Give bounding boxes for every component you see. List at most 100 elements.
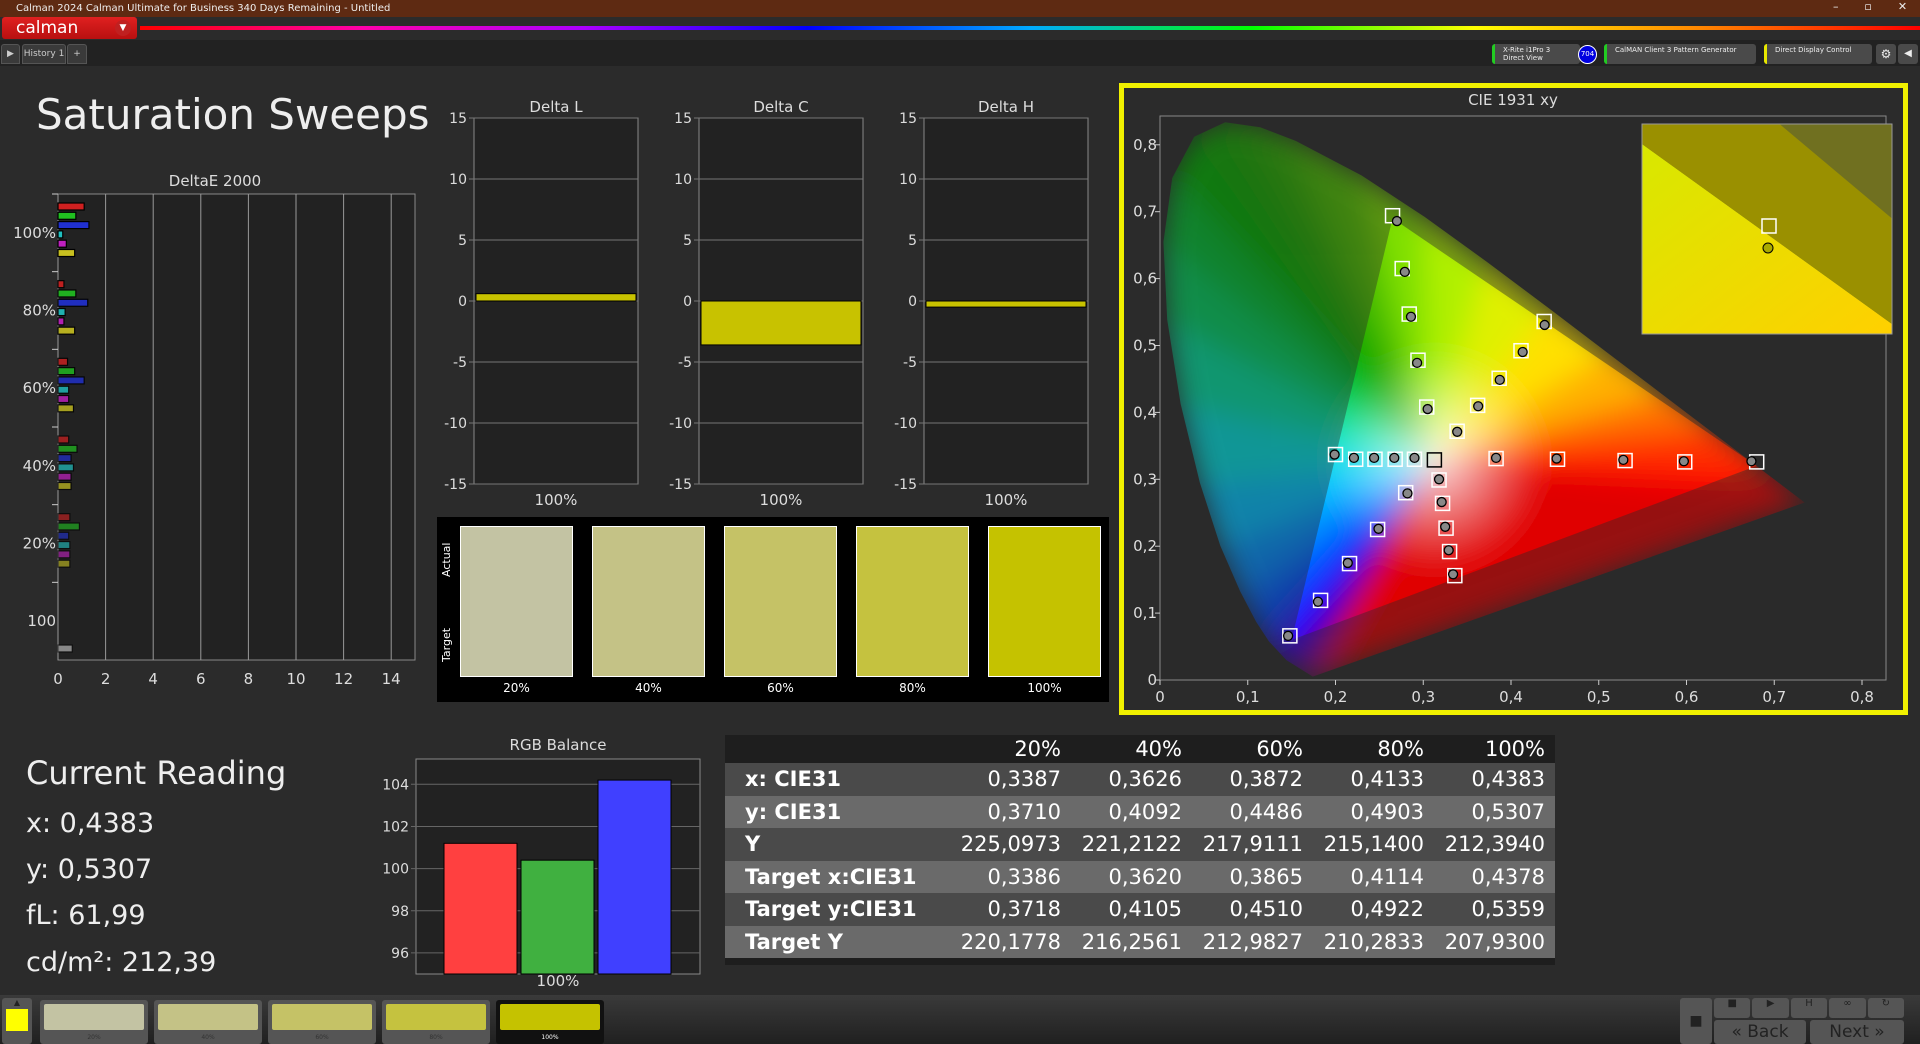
deltae-bar [57,540,71,550]
delta-x-label: 100% [535,491,578,509]
table-cell: 221,2122 [1081,832,1182,857]
deltae-bar [57,559,71,568]
measured-point-blue [1373,523,1384,534]
table-cell: 0,4510 [1229,897,1303,922]
group-label: 20% [23,535,56,553]
table-cell: 0,4114 [1350,864,1424,889]
y-tick-label: -5 [903,355,917,371]
pattern-swatch-40%[interactable]: 40% [154,1000,262,1044]
row-label: Y [745,832,761,857]
reading-cdm2: cd/m²: 212,39 [26,947,217,978]
deltae-bar [57,463,75,472]
inset-measured-point [1762,242,1774,254]
measured-point-cyan [1389,452,1400,464]
stop-icon[interactable]: ■ [1714,998,1751,1018]
swatch-label: 100% [541,1034,559,1041]
y-tick-label: -5 [678,355,692,371]
table-cell: 0,4486 [1229,799,1303,824]
y-tick-label: 0,7 [1133,203,1157,221]
stop-button[interactable]: ■ [1680,998,1712,1044]
meter-selector[interactable]: X-Rite i1Pro 3 Direct View [1492,44,1580,64]
measured-point-blue [1402,488,1413,499]
deltae-bar [57,326,76,335]
x-tick-label: 0 [1155,688,1165,706]
loop-icon[interactable]: ∞ [1829,998,1866,1018]
collapse-icon[interactable]: ◀ [1898,44,1918,64]
swatch-100% [988,526,1101,677]
plot-area [57,193,416,661]
deltae-bar [57,513,71,522]
pattern-swatch-20%[interactable]: 20% [40,1000,148,1044]
table-cell: 0,5359 [1471,897,1545,922]
reading-y: y: 0,5307 [26,854,153,885]
rgb-bar-green [520,859,595,975]
measured-point-magenta [1440,521,1451,532]
y-tick-label: 0 [1147,671,1157,689]
group-label: 80% [23,302,56,320]
play-icon[interactable]: ▶ [1,44,20,64]
x-tick-label: 0,5 [1587,688,1611,706]
deltae-bar [57,472,72,481]
delta-bar [475,293,637,302]
table-cell: 0,4133 [1350,767,1424,792]
hold-icon[interactable]: H [1790,998,1828,1018]
tab-history-1[interactable]: History 1 [22,44,66,64]
group-label: 60% [23,379,56,397]
delta-title: Delta C [753,98,808,116]
deltae-bar [57,317,65,326]
table-row: Target x:CIE31 0,3386 0,3620 0,3865 0,4114 0,… [725,860,1555,893]
deltae-bar [57,220,90,230]
x-tick-label: 0 [53,670,63,688]
deltae-bar [57,248,76,258]
y-tick-label: 5 [458,233,467,249]
deltae-bar [57,644,73,653]
group-label: 40% [23,457,56,475]
swatch-40% [592,526,705,677]
add-tab-button[interactable]: + [67,44,87,64]
table-cell: 0,3620 [1108,864,1182,889]
measured-point-red [1678,456,1690,467]
pattern-swatch-100%[interactable]: 100% [496,1000,604,1044]
measured-point-red [1551,453,1562,464]
deltae-bar [57,307,66,317]
pattern-swatch-60%[interactable]: 60% [268,1000,376,1044]
table-cell: 0,3710 [987,799,1061,824]
cie-title: CIE 1931 xy [1468,91,1558,109]
measured-point-blue [1342,557,1353,569]
calman-logo: calman [16,18,79,38]
deltae-bar [57,239,67,248]
measured-point-yellow [1539,319,1550,331]
deltae-bar [57,522,81,531]
x-tick-label: 10 [286,670,305,688]
swatch-label: 40% [201,1034,215,1041]
minimize-icon[interactable]: – [1833,0,1839,17]
gear-icon[interactable]: ⚙ [1876,44,1896,64]
display-selector[interactable]: Direct Display Control [1764,44,1872,64]
measured-point-cyan [1348,452,1360,464]
column-header: 20% [1014,737,1061,761]
maximize-icon[interactable]: ▫ [1864,0,1871,17]
deltae-title: DeltaE 2000 [169,172,261,190]
pattern-swatch-80%[interactable]: 80% [382,1000,490,1044]
close-icon[interactable]: ✕ [1898,0,1907,17]
calman-menu-button[interactable]: calman ▼ [2,17,137,39]
column-header: 100% [1484,737,1545,761]
measured-point-blue [1312,596,1324,607]
refresh-icon[interactable]: ↻ [1867,998,1905,1018]
table-cell: 0,4378 [1471,864,1545,889]
y-tick-label: 0,2 [1133,537,1157,555]
y-tick-label: 0 [908,294,917,310]
next-button[interactable]: Next » [1810,1020,1904,1044]
y-tick-label: -10 [669,416,692,432]
meter-badge[interactable]: 704 [1578,45,1597,64]
measured-point-green [1411,357,1423,369]
back-button[interactable]: « Back [1714,1020,1806,1044]
current-color-swatch[interactable]: ▲ [2,998,32,1044]
zoom-inset [1641,123,1893,335]
reading-x: x: 0,4383 [26,808,155,839]
y-tick-label: 98 [391,904,409,920]
source-selector[interactable]: CalMAN Client 3 Pattern Generator [1604,44,1756,64]
row-label: Target y:CIE31 [745,897,917,922]
y-tick-label: 5 [908,233,917,249]
play-icon[interactable]: ▶ [1752,998,1789,1018]
